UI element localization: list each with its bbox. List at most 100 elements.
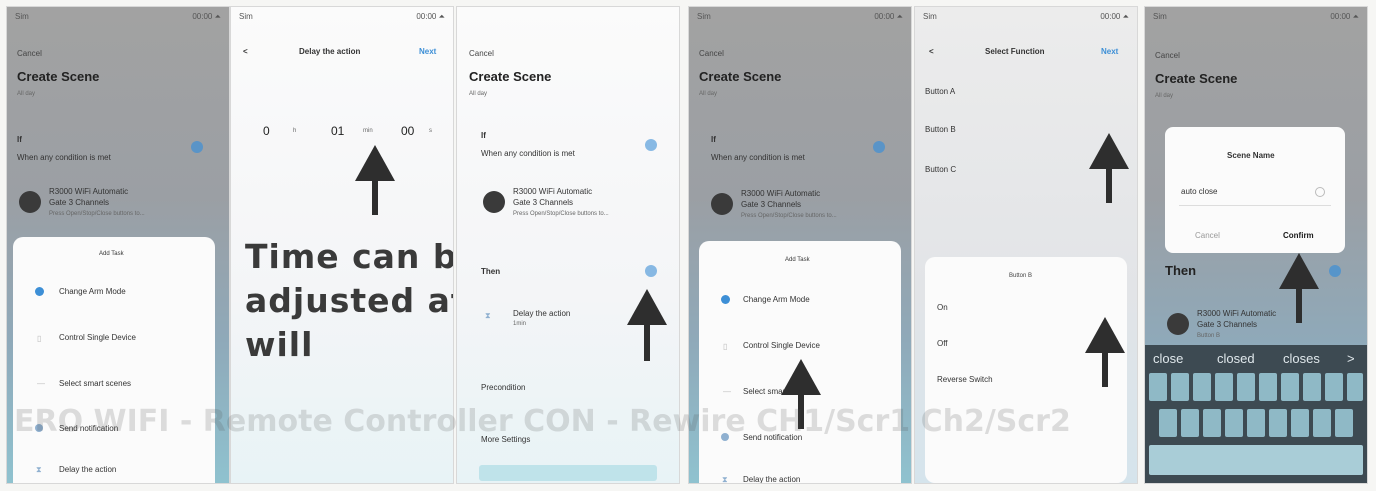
- condition-text[interactable]: When any condition is met: [481, 149, 575, 158]
- add-condition-icon[interactable]: [873, 141, 885, 153]
- annotation-line-1: Time can be: [245, 237, 453, 276]
- add-task-sheet: Add Task Change Arm Mode ▯ Control Singl…: [699, 241, 901, 484]
- shield-icon: [721, 295, 730, 304]
- watermark-caption: ERO WIFI - Remote Controller CON - Rewir…: [0, 400, 1376, 446]
- key[interactable]: [1347, 373, 1363, 401]
- device-icon: ▯: [37, 334, 42, 343]
- option-off[interactable]: Off: [937, 339, 948, 348]
- dialog-cancel-button[interactable]: Cancel: [1195, 231, 1220, 240]
- suggestion-2[interactable]: closed: [1217, 351, 1255, 366]
- page-title: Create Scene: [1155, 71, 1238, 86]
- status-left: Sim: [923, 12, 937, 21]
- page-title: Create Scene: [17, 69, 100, 84]
- add-condition-icon[interactable]: [191, 141, 203, 153]
- add-condition-icon[interactable]: [645, 139, 657, 151]
- device-avatar: [1167, 313, 1189, 335]
- add-action-icon[interactable]: [1329, 265, 1341, 277]
- add-task-sheet: Add Task Change Arm Mode ▯ Control Singl…: [13, 237, 215, 483]
- device-sub: Gate 3 Channels: [49, 198, 110, 207]
- device-sub: Gate 3 Channels: [1197, 320, 1258, 329]
- key[interactable]: [1149, 445, 1363, 475]
- minutes-value[interactable]: 01: [331, 124, 344, 138]
- key[interactable]: [1325, 373, 1343, 401]
- tutorial-strip: Sim 00:00 ⏶ Cancel Create Scene All day I…: [0, 0, 1376, 491]
- dialog-confirm-button[interactable]: Confirm: [1283, 231, 1314, 240]
- save-button[interactable]: [479, 465, 657, 481]
- status-left: Sim: [15, 12, 29, 21]
- up-arrow-icon: [1279, 253, 1319, 323]
- option-reverse-switch[interactable]: Reverse Switch: [937, 375, 993, 384]
- seconds-value[interactable]: 00: [401, 124, 414, 138]
- key[interactable]: [1303, 373, 1321, 401]
- page-subtitle: All day: [699, 91, 718, 97]
- cancel-button[interactable]: Cancel: [699, 49, 724, 58]
- cancel-button[interactable]: Cancel: [469, 49, 494, 58]
- function-button-c[interactable]: Button C: [925, 165, 956, 174]
- page-title: Delay the action: [299, 47, 361, 56]
- suggestion-more[interactable]: >: [1347, 351, 1355, 366]
- key[interactable]: [1281, 373, 1299, 401]
- key[interactable]: [1193, 373, 1211, 401]
- key[interactable]: [1149, 373, 1167, 401]
- suggestion-1[interactable]: close: [1153, 351, 1183, 366]
- task-item-delay[interactable]: Delay the action: [59, 465, 116, 474]
- task-item-control-device[interactable]: Control Single Device: [59, 333, 136, 342]
- task-item-smart-scenes[interactable]: Select smart scenes: [59, 379, 131, 388]
- caption-text: ERO WIFI - Remote Controller CON - Rewir…: [14, 404, 1071, 439]
- task-item-arm-mode[interactable]: Change Arm Mode: [743, 295, 810, 304]
- next-button[interactable]: Next: [1101, 47, 1118, 56]
- scene-icon: —: [723, 387, 731, 396]
- hourglass-icon: ⧗: [722, 475, 728, 484]
- if-label: If: [17, 135, 22, 144]
- add-action-icon[interactable]: [645, 265, 657, 277]
- status-bar: Sim 00:00 ⏶: [1145, 7, 1367, 25]
- sheet-title: Add Task: [99, 251, 124, 257]
- up-arrow-icon: [355, 145, 395, 215]
- delay-action-item[interactable]: Delay the action: [513, 309, 570, 318]
- device-name[interactable]: R3000 WiFi Automatic: [513, 187, 592, 196]
- next-button[interactable]: Next: [419, 47, 436, 56]
- device-name[interactable]: R3000 WiFi Automatic: [1197, 309, 1276, 318]
- scene-name-dialog: Scene Name auto close Cancel Confirm: [1165, 127, 1345, 253]
- status-bar: Sim 00:00 ⏶: [915, 7, 1137, 25]
- status-bar: Sim 00:00 ⏶: [231, 7, 453, 25]
- status-right: 00:00 ⏶: [416, 12, 445, 21]
- device-detail: Button B: [1197, 333, 1221, 339]
- back-button[interactable]: <: [243, 47, 248, 56]
- suggestion-3[interactable]: closes: [1283, 351, 1320, 366]
- annotation-line-3: will: [245, 325, 314, 364]
- scene-name-input[interactable]: auto close: [1181, 187, 1217, 196]
- task-item-arm-mode[interactable]: Change Arm Mode: [59, 287, 126, 296]
- minutes-unit: min: [363, 128, 373, 134]
- clear-input-icon[interactable]: [1315, 187, 1325, 197]
- cancel-button[interactable]: Cancel: [17, 49, 42, 58]
- cancel-button[interactable]: Cancel: [1155, 51, 1180, 60]
- device-name[interactable]: R3000 WiFi Automatic: [49, 187, 128, 196]
- device-name[interactable]: R3000 WiFi Automatic: [741, 189, 820, 198]
- key[interactable]: [1215, 373, 1233, 401]
- task-item-control-device[interactable]: Control Single Device: [743, 341, 820, 350]
- hours-value[interactable]: 0: [263, 124, 270, 138]
- key[interactable]: [1237, 373, 1255, 401]
- device-detail: Press Open/Stop/Close buttons to...: [741, 213, 837, 219]
- task-item-delay[interactable]: Delay the action: [743, 475, 800, 483]
- precondition-row[interactable]: Precondition: [481, 383, 525, 392]
- option-on[interactable]: On: [937, 303, 948, 312]
- function-options-sheet: Button B On Off Reverse Switch: [925, 257, 1127, 483]
- status-right: 00:00 ⏶: [874, 12, 903, 21]
- seconds-unit: s: [429, 128, 432, 134]
- status-left: Sim: [239, 12, 253, 21]
- up-arrow-icon: [1085, 317, 1125, 387]
- function-button-b[interactable]: Button B: [925, 125, 956, 134]
- condition-text[interactable]: When any condition is met: [711, 153, 805, 162]
- status-right: 00:00 ⏶: [1330, 12, 1359, 21]
- back-button[interactable]: <: [929, 47, 934, 56]
- hourglass-icon: ⧗: [36, 465, 42, 474]
- key[interactable]: [1171, 373, 1189, 401]
- condition-text[interactable]: When any condition is met: [17, 153, 111, 162]
- status-left: Sim: [697, 12, 711, 21]
- function-button-a[interactable]: Button A: [925, 87, 955, 96]
- key[interactable]: [1259, 373, 1277, 401]
- page-title: Create Scene: [699, 69, 782, 84]
- page-subtitle: All day: [1155, 93, 1174, 99]
